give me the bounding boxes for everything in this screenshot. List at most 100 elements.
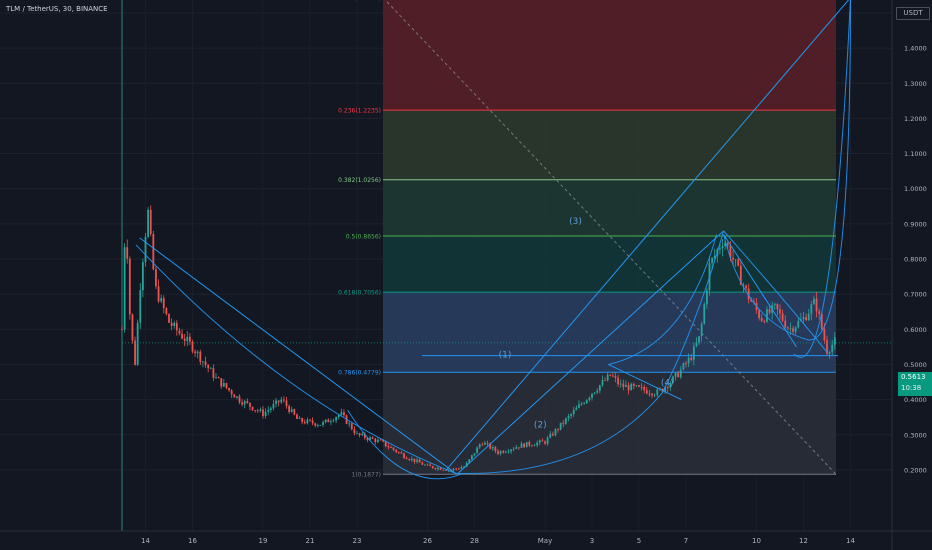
candle-body (805, 317, 808, 321)
y-tick-label: 0.6000 (904, 326, 927, 334)
candle-body (504, 451, 507, 453)
candle-body (617, 377, 620, 385)
candle-body (460, 467, 463, 469)
candle-body (155, 269, 157, 287)
candle-body (400, 452, 403, 454)
candle-body (773, 303, 776, 305)
candle-body (212, 368, 215, 378)
x-tick-label: 26 (423, 537, 432, 545)
candle-body (632, 383, 635, 386)
candle-body (591, 393, 593, 398)
candle-body (251, 406, 254, 411)
y-tick-label: 0.9000 (904, 220, 927, 228)
candle-body (455, 468, 458, 470)
x-tick-label: 19 (259, 537, 268, 545)
candle-body (544, 441, 546, 444)
candle-body (322, 422, 324, 425)
candle-body (651, 393, 653, 396)
x-tick-label: 5 (637, 537, 641, 545)
wave-label: (2) (534, 421, 547, 431)
candle-body (596, 390, 599, 393)
candle-body (306, 419, 309, 424)
fib-level-label: 0.236(1.2235) (338, 108, 381, 115)
candle-body (517, 447, 520, 449)
fib-level-label: 0.5(0.8656) (346, 233, 381, 240)
candle-body (609, 374, 612, 376)
candle-body (549, 433, 552, 438)
candle-body (520, 443, 523, 448)
candle-body (264, 411, 267, 417)
fib-level-label: 1(0.1877) (352, 472, 382, 479)
candle-body (405, 457, 408, 460)
candle-body (758, 310, 761, 319)
candle-body (188, 336, 191, 342)
candle-body (241, 402, 244, 405)
candle-body (815, 298, 818, 312)
candle-body (147, 209, 150, 237)
candle-body (139, 290, 142, 323)
fib-zone (383, 292, 836, 373)
candle-body (356, 433, 358, 435)
candle-body (476, 447, 479, 454)
candle-body (562, 422, 565, 424)
candle-body (622, 383, 625, 387)
candle-body (640, 386, 643, 388)
y-tick-label: 0.3000 (904, 431, 927, 439)
candle-body (452, 468, 455, 471)
candle-body (719, 248, 721, 250)
candle-body (512, 448, 515, 450)
candle-body (656, 389, 659, 395)
candle-body (525, 442, 528, 448)
candle-body (766, 309, 768, 322)
candle-body (410, 458, 413, 460)
candle-body (551, 433, 554, 436)
candle-body (593, 392, 596, 394)
candle-body (222, 382, 225, 387)
x-tick-label: 12 (799, 537, 808, 545)
candle-body (687, 357, 690, 364)
candle-body (674, 372, 677, 377)
candle-body (567, 415, 570, 419)
candle-body (643, 386, 646, 391)
last-price-value: 0.5613 (901, 373, 926, 381)
price-chart[interactable]: 0(1.5435) 0.236(1.2235) 0.382(1.0256) 0.5(0… (0, 0, 932, 550)
candle-body (207, 364, 210, 369)
candle-body (580, 403, 583, 405)
candle-body (737, 259, 740, 266)
candle-body (290, 409, 293, 412)
candle-body (181, 333, 183, 339)
candle-body (390, 447, 392, 448)
currency-badge[interactable]: USDT (896, 7, 930, 20)
candle-body (510, 449, 512, 452)
candle-body (627, 385, 630, 391)
candle-body (726, 242, 729, 246)
candle-body (301, 418, 304, 422)
candle-body (692, 346, 695, 360)
candle-body (648, 393, 651, 395)
candle-body (478, 444, 481, 448)
x-tick-label: 23 (353, 537, 362, 545)
candle-body (340, 412, 343, 415)
candle-body (732, 257, 734, 260)
candle-body (123, 247, 126, 330)
wave-label: (3) (569, 217, 582, 227)
candle-body (246, 401, 249, 403)
candle-body (350, 423, 353, 430)
candle-body (557, 429, 559, 431)
candle-body (685, 363, 687, 364)
candle-body (541, 440, 544, 442)
candle-body (311, 420, 314, 424)
candle-body (199, 351, 202, 362)
candle-body (134, 340, 136, 365)
candle-body (619, 383, 622, 385)
candle-body (387, 446, 390, 448)
fibonacci-retracement[interactable]: 0(1.5435) 0.236(1.2235) 0.382(1.0256) 0.5(0… (338, 0, 837, 479)
candle-body (564, 418, 567, 424)
candle-body (486, 442, 489, 444)
candle-body (705, 290, 708, 305)
y-tick-label: 0.8000 (904, 256, 927, 264)
candle-body (831, 344, 834, 353)
candle-body (570, 414, 573, 416)
candle-body (515, 447, 518, 449)
candle-body (217, 377, 220, 379)
